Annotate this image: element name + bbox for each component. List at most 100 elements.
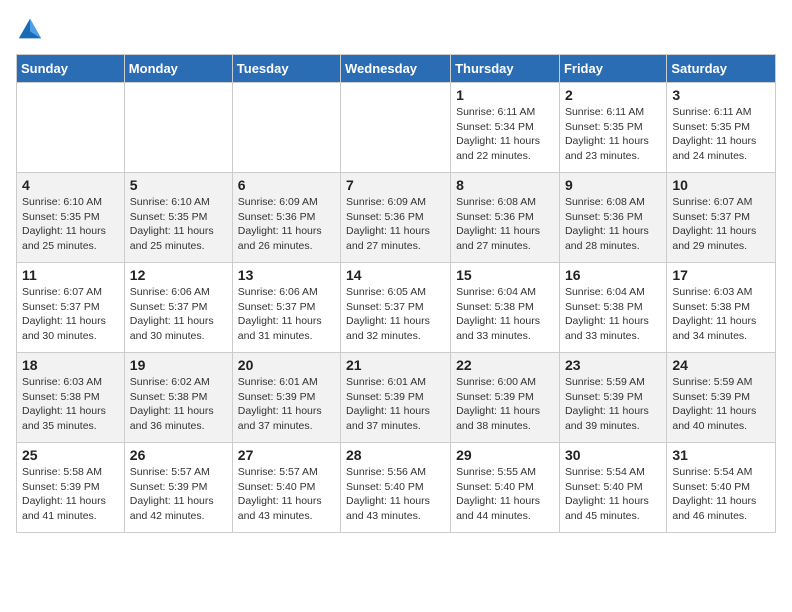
sunset: Sunset: 5:40 PM <box>565 480 661 495</box>
calendar-table: SundayMondayTuesdayWednesdayThursdayFrid… <box>16 54 776 533</box>
sunset: Sunset: 5:40 PM <box>346 480 445 495</box>
daylight: Daylight: 11 hours and 44 minutes. <box>456 494 554 523</box>
calendar-cell: 9Sunrise: 6:08 AMSunset: 5:36 PMDaylight… <box>559 173 666 263</box>
sunset: Sunset: 5:37 PM <box>130 300 227 315</box>
daylight: Daylight: 11 hours and 24 minutes. <box>672 134 770 163</box>
day-number: 28 <box>346 447 445 463</box>
page-header <box>16 16 776 44</box>
calendar-cell: 27Sunrise: 5:57 AMSunset: 5:40 PMDayligh… <box>232 443 340 533</box>
sunrise: Sunrise: 6:09 AM <box>238 195 335 210</box>
day-number: 4 <box>22 177 119 193</box>
sunrise: Sunrise: 5:57 AM <box>238 465 335 480</box>
sunset: Sunset: 5:39 PM <box>238 390 335 405</box>
sunset: Sunset: 5:38 PM <box>130 390 227 405</box>
daylight: Daylight: 11 hours and 40 minutes. <box>672 404 770 433</box>
cell-content: Sunrise: 6:01 AMSunset: 5:39 PMDaylight:… <box>346 375 445 434</box>
day-number: 14 <box>346 267 445 283</box>
day-number: 31 <box>672 447 770 463</box>
calendar-cell: 23Sunrise: 5:59 AMSunset: 5:39 PMDayligh… <box>559 353 666 443</box>
cell-content: Sunrise: 6:07 AMSunset: 5:37 PMDaylight:… <box>672 195 770 254</box>
sunset: Sunset: 5:36 PM <box>456 210 554 225</box>
calendar-cell: 16Sunrise: 6:04 AMSunset: 5:38 PMDayligh… <box>559 263 666 353</box>
sunset: Sunset: 5:39 PM <box>456 390 554 405</box>
cell-content: Sunrise: 6:11 AMSunset: 5:35 PMDaylight:… <box>565 105 661 164</box>
calendar-week: 1Sunrise: 6:11 AMSunset: 5:34 PMDaylight… <box>17 83 776 173</box>
sunrise: Sunrise: 6:09 AM <box>346 195 445 210</box>
day-number: 25 <box>22 447 119 463</box>
sunset: Sunset: 5:40 PM <box>456 480 554 495</box>
calendar-cell: 29Sunrise: 5:55 AMSunset: 5:40 PMDayligh… <box>451 443 560 533</box>
daylight: Daylight: 11 hours and 29 minutes. <box>672 224 770 253</box>
calendar-cell: 28 Sunrise: 5:56 AMSunset: 5:40 PMDayligh… <box>341 443 451 533</box>
sunrise: Sunrise: 6:10 AM <box>22 195 119 210</box>
sunrise: Sunrise: 6:08 AM <box>456 195 554 210</box>
sunset: Sunset: 5:36 PM <box>346 210 445 225</box>
sunset: Sunset: 5:36 PM <box>238 210 335 225</box>
calendar-cell: 18Sunrise: 6:03 AMSunset: 5:38 PMDayligh… <box>17 353 125 443</box>
sunrise: Sunrise: 5:56 AM <box>346 465 445 480</box>
day-number: 2 <box>565 87 661 103</box>
calendar-cell: 3Sunrise: 6:11 AMSunset: 5:35 PMDaylight… <box>667 83 776 173</box>
sunset: Sunset: 5:40 PM <box>238 480 335 495</box>
sunrise: Sunrise: 6:08 AM <box>565 195 661 210</box>
calendar-cell: 26Sunrise: 5:57 AMSunset: 5:39 PMDayligh… <box>124 443 232 533</box>
sunrise: Sunrise: 5:54 AM <box>672 465 770 480</box>
cell-content: Sunrise: 5:58 AMSunset: 5:39 PMDaylight:… <box>22 465 119 524</box>
sunset: Sunset: 5:38 PM <box>565 300 661 315</box>
daylight: Daylight: 11 hours and 26 minutes. <box>238 224 335 253</box>
sunrise: Sunrise: 5:59 AM <box>672 375 770 390</box>
daylight: Daylight: 11 hours and 33 minutes. <box>456 314 554 343</box>
sunrise: Sunrise: 5:54 AM <box>565 465 661 480</box>
cell-content: Sunrise: 6:07 AMSunset: 5:37 PMDaylight:… <box>22 285 119 344</box>
day-number: 13 <box>238 267 335 283</box>
sunset: Sunset: 5:39 PM <box>130 480 227 495</box>
calendar-cell <box>341 83 451 173</box>
daylight: Daylight: 11 hours and 45 minutes. <box>565 494 661 523</box>
cell-content: Sunrise: 6:06 AMSunset: 5:37 PMDaylight:… <box>238 285 335 344</box>
header-row: SundayMondayTuesdayWednesdayThursdayFrid… <box>17 55 776 83</box>
daylight: Daylight: 11 hours and 25 minutes. <box>22 224 119 253</box>
sunrise: Sunrise: 6:06 AM <box>238 285 335 300</box>
sunset: Sunset: 5:40 PM <box>672 480 770 495</box>
sunset: Sunset: 5:38 PM <box>672 300 770 315</box>
calendar-cell: 20Sunrise: 6:01 AMSunset: 5:39 PMDayligh… <box>232 353 340 443</box>
cell-content: Sunrise: 5:59 AMSunset: 5:39 PMDaylight:… <box>565 375 661 434</box>
cell-content: Sunrise: 5:54 AMSunset: 5:40 PMDaylight:… <box>565 465 661 524</box>
daylight: Daylight: 11 hours and 41 minutes. <box>22 494 119 523</box>
calendar-cell <box>17 83 125 173</box>
calendar-cell: 19Sunrise: 6:02 AMSunset: 5:38 PMDayligh… <box>124 353 232 443</box>
daylight: Daylight: 11 hours and 43 minutes. <box>346 494 445 523</box>
cell-content: Sunrise: 6:01 AMSunset: 5:39 PMDaylight:… <box>238 375 335 434</box>
sunrise: Sunrise: 6:03 AM <box>22 375 119 390</box>
day-number: 12 <box>130 267 227 283</box>
daylight: Daylight: 11 hours and 27 minutes. <box>346 224 445 253</box>
day-number: 19 <box>130 357 227 373</box>
logo-icon <box>16 16 44 44</box>
sunset: Sunset: 5:37 PM <box>672 210 770 225</box>
day-number: 10 <box>672 177 770 193</box>
sunrise: Sunrise: 6:06 AM <box>130 285 227 300</box>
calendar-cell: 30Sunrise: 5:54 AMSunset: 5:40 PMDayligh… <box>559 443 666 533</box>
daylight: Daylight: 11 hours and 31 minutes. <box>238 314 335 343</box>
sunrise: Sunrise: 6:03 AM <box>672 285 770 300</box>
sunrise: Sunrise: 5:58 AM <box>22 465 119 480</box>
sunset: Sunset: 5:39 PM <box>565 390 661 405</box>
daylight: Daylight: 11 hours and 33 minutes. <box>565 314 661 343</box>
daylight: Daylight: 11 hours and 28 minutes. <box>565 224 661 253</box>
calendar-cell: 1Sunrise: 6:11 AMSunset: 5:34 PMDaylight… <box>451 83 560 173</box>
calendar-week: 11Sunrise: 6:07 AMSunset: 5:37 PMDayligh… <box>17 263 776 353</box>
cell-content: Sunrise: 6:04 AMSunset: 5:38 PMDaylight:… <box>456 285 554 344</box>
day-number: 27 <box>238 447 335 463</box>
daylight: Daylight: 11 hours and 35 minutes. <box>22 404 119 433</box>
calendar-cell: 4Sunrise: 6:10 AMSunset: 5:35 PMDaylight… <box>17 173 125 263</box>
daylight: Daylight: 11 hours and 30 minutes. <box>130 314 227 343</box>
calendar-cell: 6Sunrise: 6:09 AMSunset: 5:36 PMDaylight… <box>232 173 340 263</box>
header-cell: Thursday <box>451 55 560 83</box>
cell-content: Sunrise: 6:05 AMSunset: 5:37 PMDaylight:… <box>346 285 445 344</box>
daylight: Daylight: 11 hours and 42 minutes. <box>130 494 227 523</box>
sunset: Sunset: 5:38 PM <box>456 300 554 315</box>
sunset: Sunset: 5:35 PM <box>130 210 227 225</box>
sunset: Sunset: 5:37 PM <box>22 300 119 315</box>
calendar-cell: 12 Sunrise: 6:06 AMSunset: 5:37 PMDayligh… <box>124 263 232 353</box>
calendar-cell: 8Sunrise: 6:08 AMSunset: 5:36 PMDaylight… <box>451 173 560 263</box>
